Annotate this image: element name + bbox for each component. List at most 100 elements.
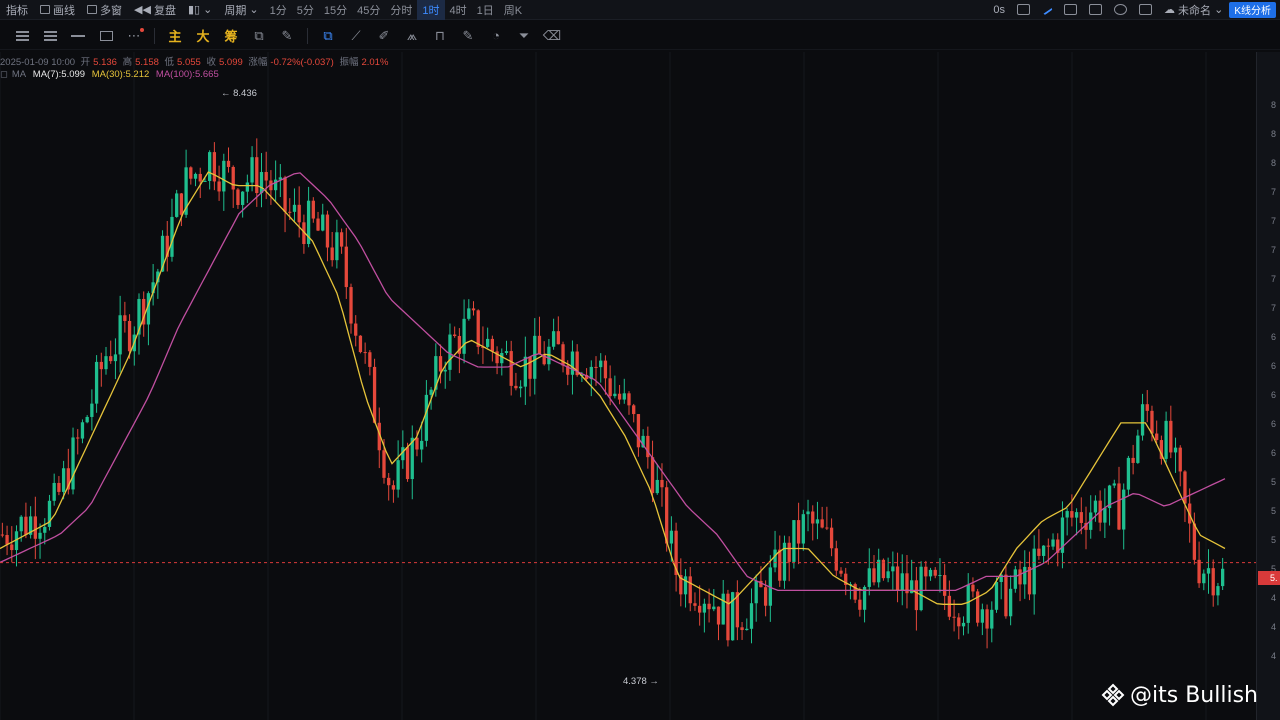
candle	[236, 188, 240, 209]
candle	[57, 476, 61, 496]
more-icon[interactable]: ⋯	[124, 26, 144, 46]
candle	[698, 585, 702, 626]
candle	[1220, 557, 1225, 591]
axis-tick-label: 8	[1271, 100, 1277, 110]
candle	[542, 341, 546, 366]
period-15m[interactable]: 15分	[319, 0, 352, 20]
change-value: -0.72%(-0.037)	[270, 57, 334, 68]
candle	[1074, 508, 1079, 536]
ruler-icon[interactable]: ⟋	[346, 26, 366, 46]
candle	[1008, 575, 1013, 626]
candle	[749, 588, 754, 644]
period-timeshare[interactable]: 分时	[385, 0, 417, 20]
rectangle-icon[interactable]	[96, 26, 116, 46]
indicator-button[interactable]: 指标	[0, 0, 34, 20]
candle	[349, 283, 353, 334]
candle	[745, 618, 749, 631]
ma-label: MA	[11, 69, 27, 80]
candle	[1159, 435, 1164, 465]
k-analysis-button[interactable]: K线分析	[1229, 1, 1276, 18]
axis-tick-label: 6	[1271, 361, 1277, 371]
candle	[688, 566, 692, 612]
candle	[1206, 549, 1211, 594]
candle	[1060, 501, 1065, 569]
menu-icon[interactable]	[40, 26, 60, 46]
edit-icon[interactable]: ✎	[458, 26, 478, 46]
indicator-label: 指标	[6, 4, 28, 17]
candle	[636, 414, 641, 457]
eraser-icon[interactable]: ✎	[277, 26, 297, 46]
candle	[316, 211, 320, 232]
candle	[321, 203, 325, 232]
candle	[1155, 420, 1159, 444]
candle	[1211, 559, 1215, 607]
candle	[297, 186, 301, 238]
pen-icon[interactable]	[1041, 4, 1053, 15]
axis-tick-label: 8	[1271, 129, 1277, 139]
camera-icon[interactable]	[1016, 4, 1030, 15]
magnet-icon[interactable]: ◔	[486, 26, 506, 46]
fullscreen-icon[interactable]	[1138, 4, 1152, 15]
replay-button[interactable]: ◀◀ 复盘	[128, 0, 182, 20]
candle	[1032, 535, 1036, 615]
period-1h[interactable]: 1时	[417, 0, 445, 20]
draw-button[interactable]: 画线	[34, 0, 81, 20]
select-icon[interactable]: ⧉	[318, 26, 338, 46]
axis-tick-label: 7	[1271, 216, 1277, 226]
lock-icon[interactable]: ⊓	[430, 26, 450, 46]
eye-icon[interactable]: ◻	[0, 69, 8, 80]
window-icon[interactable]	[1063, 4, 1077, 15]
candlestick-chart[interactable]	[0, 52, 1256, 720]
draw-label: 画线	[53, 4, 75, 17]
candle	[363, 342, 367, 364]
candle	[910, 559, 914, 594]
brush-icon[interactable]: ✐	[374, 26, 394, 46]
candle	[14, 525, 19, 567]
price-axis[interactable]: 88877777666665555444	[1256, 52, 1280, 720]
candle	[123, 301, 127, 333]
filter-icon[interactable]: ⏷	[514, 26, 534, 46]
chart-type-button[interactable]: ▮▯ ⌄	[182, 0, 218, 20]
candle	[1202, 569, 1206, 591]
candle	[250, 146, 254, 192]
candle	[924, 560, 928, 591]
note-icon[interactable]	[1088, 4, 1102, 15]
settings-lines-icon[interactable]	[12, 26, 32, 46]
candle	[829, 518, 834, 557]
period-1d[interactable]: 1日	[472, 0, 499, 20]
candle	[514, 372, 518, 391]
topbar-right: 0s ☁ 未命名 ⌄ K线分析	[987, 0, 1280, 20]
candle	[551, 318, 556, 350]
candle	[877, 548, 881, 588]
horizontal-line-icon[interactable]	[68, 26, 88, 46]
chip-tool-button[interactable]: 筹	[221, 26, 241, 46]
period-5m[interactable]: 5分	[292, 0, 319, 20]
candle	[485, 327, 490, 349]
candle	[1084, 506, 1088, 550]
layout-dropdown[interactable]: ☁ 未命名 ⌄	[1158, 0, 1229, 20]
period-45m[interactable]: 45分	[352, 0, 385, 20]
candle	[938, 558, 942, 593]
main-tool-button[interactable]: 主	[165, 26, 185, 46]
candle	[231, 165, 235, 208]
period-week[interactable]: 周K	[499, 0, 527, 20]
trash-icon[interactable]: ⌫	[542, 26, 562, 46]
period-dropdown[interactable]: 周期 ⌄	[218, 0, 264, 20]
watermark-text: @its Bullish	[1130, 682, 1258, 708]
period-1m[interactable]: 1分	[265, 0, 292, 20]
pattern-icon[interactable]: ⩕	[402, 26, 422, 46]
candle	[311, 197, 315, 223]
candle	[839, 567, 843, 577]
candle	[683, 569, 688, 608]
period-4h[interactable]: 4时	[445, 0, 472, 20]
candle	[806, 499, 810, 532]
candle	[71, 427, 75, 495]
axis-tick-label: 4	[1271, 651, 1277, 661]
copy-icon[interactable]: ⧉	[249, 26, 269, 46]
multi-window-button[interactable]: 多窗	[81, 0, 128, 20]
candle	[410, 425, 414, 500]
big-tool-button[interactable]: 大	[193, 26, 213, 46]
settings-icon[interactable]	[1113, 4, 1127, 15]
candle	[1164, 411, 1168, 463]
axis-tick-label: 5	[1271, 477, 1277, 487]
